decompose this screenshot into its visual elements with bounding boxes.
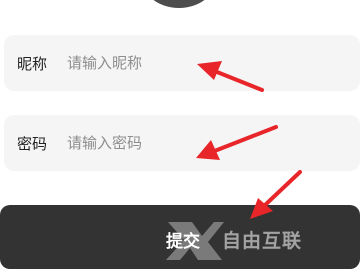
password-field[interactable]: 密码 (4, 115, 360, 171)
password-label: 密码 (17, 134, 48, 153)
nickname-field[interactable]: 昵称 (4, 35, 360, 91)
submit-button-label: 提交 (166, 232, 200, 252)
password-input[interactable] (67, 134, 267, 152)
avatar[interactable] (140, 0, 218, 8)
nickname-input[interactable] (67, 54, 267, 72)
profile-form-page: 昵称 密码 提交 自由互联 (0, 0, 360, 280)
nickname-label: 昵称 (17, 54, 48, 73)
